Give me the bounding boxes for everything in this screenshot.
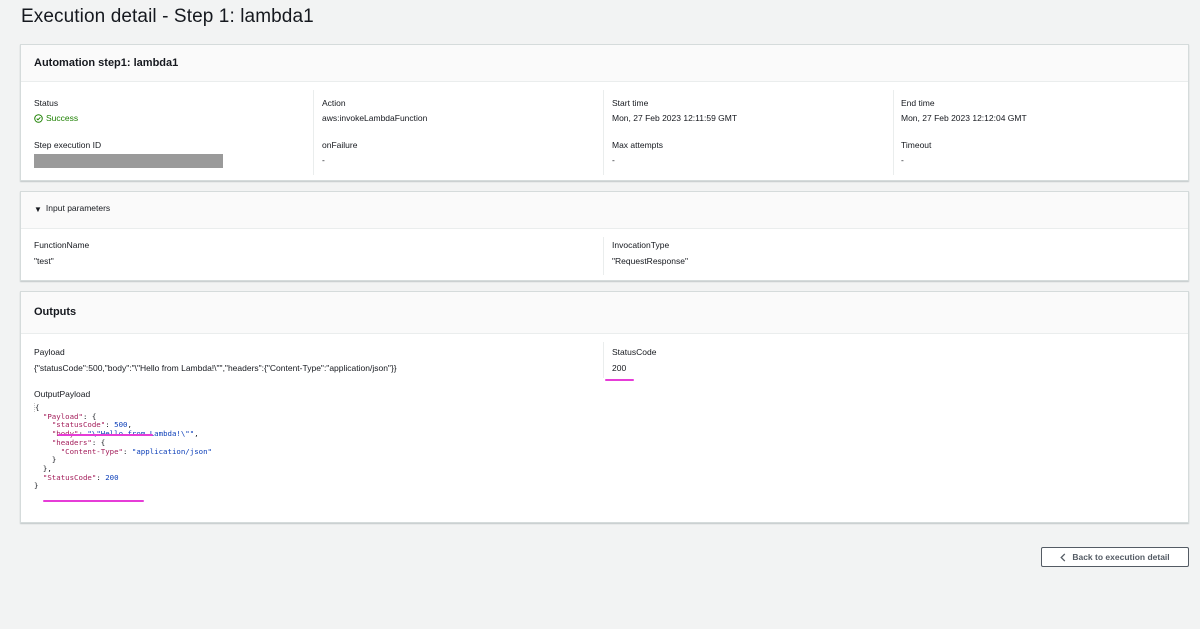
page-title: Execution detail - Step 1: lambda1 [21,6,314,27]
redacted-step-id [34,154,223,168]
input-parameters-panel: ▼ Input parameters FunctionName "test" In… [20,191,1189,281]
end-time-field: End time Mon, 27 Feb 2023 12:12:04 GMT [901,98,1027,123]
status-label: Status [34,98,59,108]
check-circle-icon [34,113,43,123]
onfailure-field: onFailure - [322,140,357,165]
column-divider [893,90,894,175]
output-payload-field: OutputPayload { "Payload": { "statusCode… [34,389,212,491]
start-time-label: Start time [612,98,649,108]
end-time-label: End time [901,98,935,108]
status-code-value: 200 [612,363,627,373]
function-name-label: FunctionName [34,240,90,250]
step-execution-id-label: Step execution ID [34,140,102,150]
max-attempts-label: Max attempts [612,140,664,150]
status-badge: Success [34,113,78,123]
timeout-field: Timeout - [901,140,931,165]
payload-value: {"statusCode":500,"body":"\"Hello from L… [34,363,397,373]
input-parameters-toggle[interactable]: ▼ Input parameters [21,192,1188,229]
column-divider [313,90,314,175]
start-time-field: Start time Mon, 27 Feb 2023 12:11:59 GMT [612,98,737,123]
column-divider [603,237,604,275]
chevron-left-icon [1060,552,1066,562]
action-field: Action aws:invokeLambdaFunction [322,98,427,123]
highlight-underline [43,500,144,502]
function-name-field: FunctionName "test" [34,240,89,266]
outputs-header: Outputs [21,292,1188,334]
column-divider [603,90,604,175]
output-payload-json: { "Payload": { "statusCode": 500, "body"… [34,403,212,491]
max-attempts-field: Max attempts - [612,140,663,165]
onfailure-label: onFailure [322,140,358,150]
status-code-field: StatusCode 200 [612,347,656,373]
status-value: Success [46,113,79,123]
input-parameters-title: Input parameters [45,203,111,213]
back-button-label: Back to execution detail [1072,552,1170,562]
outputs-panel: Outputs Payload {"statusCode":500,"body"… [20,291,1189,523]
max-attempts-value: - [612,155,615,165]
function-name-value: "test" [34,256,54,266]
onfailure-value: - [322,155,325,165]
column-divider [603,342,604,378]
payload-label: Payload [34,347,65,357]
action-label: Action [322,98,346,108]
timeout-value: - [901,155,904,165]
status-code-label: StatusCode [612,347,657,357]
invocation-type-field: InvocationType "RequestResponse" [612,240,688,266]
invocation-type-value: "RequestResponse" [612,256,688,266]
start-time-value: Mon, 27 Feb 2023 12:11:59 GMT [612,113,738,123]
step-execution-id-field: Step execution ID [34,140,223,168]
payload-field: Payload {"statusCode":500,"body":"\"Hell… [34,347,397,373]
highlight-underline [605,379,634,381]
outputs-title: Outputs [34,306,77,318]
step-details-panel: Automation step1: lambda1 Status Success… [20,44,1189,181]
action-value: aws:invokeLambdaFunction [322,113,428,123]
status-field: Status Success [34,98,78,123]
caret-down-icon: ▼ [34,205,42,214]
end-time-value: Mon, 27 Feb 2023 12:12:04 GMT [901,113,1027,123]
invocation-type-label: InvocationType [612,240,670,250]
highlight-underline [58,434,153,436]
timeout-label: Timeout [901,140,932,150]
output-payload-label: OutputPayload [34,389,91,399]
step-details-header: Automation step1: lambda1 [21,45,1188,82]
back-to-execution-detail-button[interactable]: Back to execution detail [1041,547,1189,567]
step-details-title: Automation step1: lambda1 [34,57,179,69]
